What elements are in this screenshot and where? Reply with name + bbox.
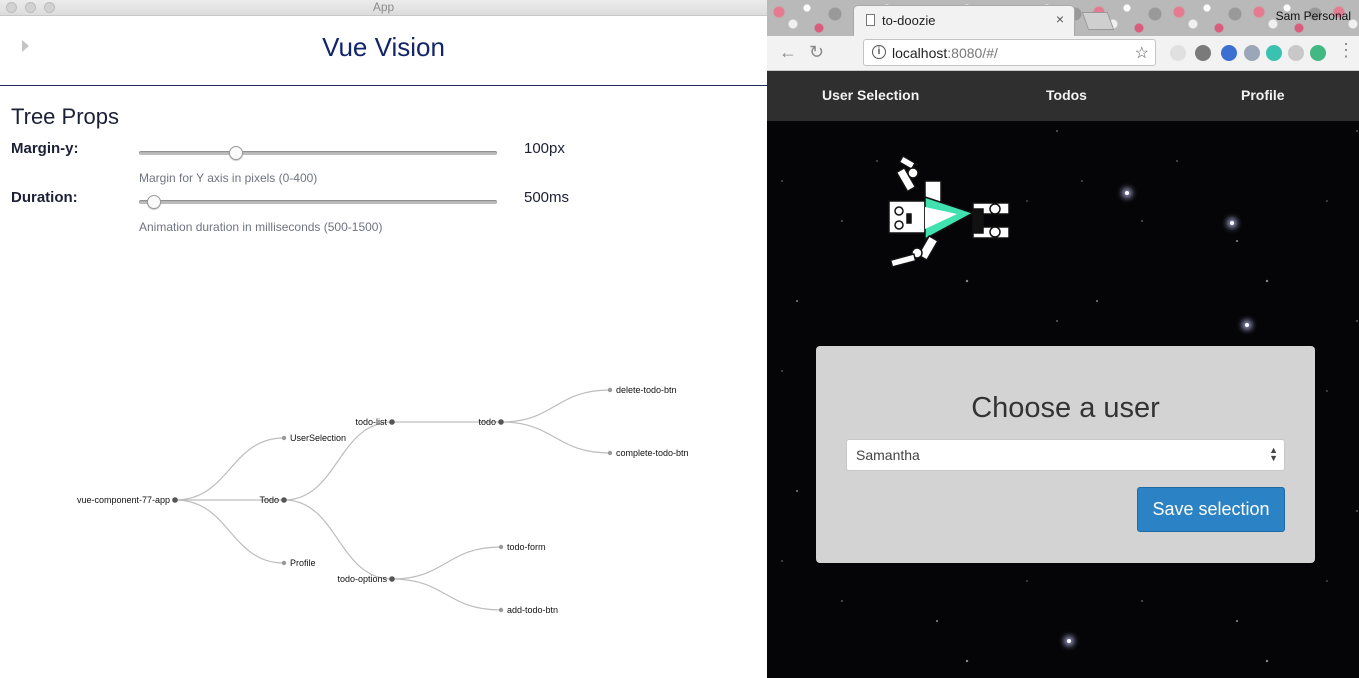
extension-icon[interactable] — [1195, 45, 1211, 61]
tree-node — [281, 497, 287, 503]
tree-node — [607, 387, 613, 393]
margin-y-value: 100px — [524, 140, 565, 157]
component-tree: vue-component-77-app UserSelection Todo … — [77, 385, 689, 615]
url-text[interactable]: localhost:8080/#/ — [892, 45, 998, 61]
app-title: Vue Vision — [322, 32, 445, 62]
tree-node-label[interactable]: UserSelection — [290, 433, 346, 443]
tree-node-label[interactable]: complete-todo-btn — [616, 448, 689, 458]
app-header: Vue Vision — [0, 16, 767, 86]
save-selection-button[interactable]: Save selection — [1137, 487, 1285, 532]
tree-link — [174, 437, 285, 501]
address-bar[interactable]: i localhost:8080/#/ ☆ — [863, 39, 1156, 66]
tree-node — [498, 544, 504, 550]
tree-node-label[interactable]: add-todo-btn — [507, 605, 558, 615]
margin-y-help: Margin for Y axis in pixels (0-400) — [139, 171, 318, 185]
user-select-value: Samantha — [856, 447, 920, 463]
duration-label: Duration: — [11, 189, 78, 206]
browser-toolbar: ← ↻ i localhost:8080/#/ ☆ ⋮ — [767, 36, 1359, 71]
margin-y-label: Margin-y: — [11, 140, 79, 157]
star-sparkle — [1230, 221, 1234, 225]
margin-y-slider-thumb[interactable] — [229, 146, 243, 160]
tree-link — [391, 578, 502, 611]
window-titlebar: App — [0, 0, 767, 16]
tree-node — [281, 560, 287, 566]
extension-icon[interactable] — [1244, 45, 1260, 61]
tree-node-label[interactable]: Todo — [259, 495, 279, 505]
extension-icon[interactable] — [1288, 45, 1304, 61]
browser-window: to-doozie × Sam Personal ← ↻ i localhost… — [767, 0, 1359, 678]
card-title: Choose a user — [971, 392, 1160, 424]
select-arrows-icon: ▲ ▼ — [1269, 445, 1278, 463]
browser-tab[interactable]: to-doozie × — [853, 5, 1075, 36]
duration-value: 500ms — [524, 189, 570, 206]
close-tab-icon[interactable]: × — [1056, 11, 1064, 27]
nav-link-user-selection[interactable]: User Selection — [822, 87, 919, 103]
tree-node-label[interactable]: todo-list — [355, 417, 387, 427]
reload-icon[interactable]: ↻ — [809, 42, 824, 63]
tree-link — [500, 421, 611, 454]
duration-slider[interactable] — [139, 195, 497, 209]
tree-node — [281, 435, 287, 441]
info-icon[interactable]: i — [872, 45, 886, 59]
duration-help: Animation duration in milliseconds (500-… — [139, 220, 383, 234]
tree-link — [500, 389, 611, 423]
new-tab-button[interactable] — [1081, 12, 1115, 30]
nav-link-todos[interactable]: Todos — [1046, 87, 1087, 103]
tree-link — [391, 546, 502, 580]
page-content: User Selection Todos Profile Choose a us… — [767, 71, 1359, 678]
tree-node — [607, 450, 613, 456]
window-title: App — [372, 0, 395, 14]
robot-mascot-image — [888, 155, 1010, 268]
extension-icon[interactable] — [1221, 45, 1237, 61]
tab-title: to-doozie — [882, 13, 936, 28]
tree-node-label[interactable]: todo — [478, 417, 496, 427]
extension-icon[interactable] — [1170, 45, 1186, 61]
tab-strip: to-doozie × Sam Personal — [767, 0, 1359, 36]
site-navbar: User Selection Todos Profile — [767, 71, 1359, 121]
star-sparkle — [1125, 191, 1129, 195]
choose-user-card: Choose a user Samantha ▲ ▼ Save selection — [816, 346, 1315, 563]
tree-node — [498, 419, 504, 425]
star-sparkle — [1245, 323, 1249, 327]
user-select[interactable]: Samantha ▲ ▼ — [846, 439, 1285, 471]
duration-slider-thumb[interactable] — [147, 195, 161, 209]
bookmark-star-icon[interactable]: ☆ — [1135, 43, 1149, 63]
tree-node — [389, 576, 395, 582]
tree-node-label[interactable]: todo-options — [337, 574, 387, 584]
margin-y-slider[interactable] — [139, 146, 497, 160]
profile-name[interactable]: Sam Personal — [1276, 9, 1351, 23]
tree-node-label[interactable]: vue-component-77-app — [77, 495, 170, 505]
back-arrow-icon[interactable]: ← — [779, 42, 797, 63]
tree-node — [172, 497, 178, 503]
menu-icon[interactable]: ⋮ — [1337, 40, 1355, 61]
star-sparkle — [1067, 639, 1071, 643]
tree-node-label[interactable]: delete-todo-btn — [616, 385, 677, 395]
section-title: Tree Props — [11, 104, 120, 129]
vue-vision-window: App Vue Vision Tree Props Margin-y: 100p… — [0, 0, 767, 678]
tree-link — [174, 499, 285, 564]
tree-node-label[interactable]: todo-form — [507, 542, 546, 552]
tree-node — [389, 419, 395, 425]
tree-node — [498, 607, 504, 613]
tree-node-label[interactable]: Profile — [290, 558, 316, 568]
vue-devtools-icon[interactable] — [1310, 45, 1326, 61]
extension-icon[interactable] — [1266, 45, 1282, 61]
page-icon — [866, 14, 875, 26]
nav-link-profile[interactable]: Profile — [1241, 87, 1285, 103]
